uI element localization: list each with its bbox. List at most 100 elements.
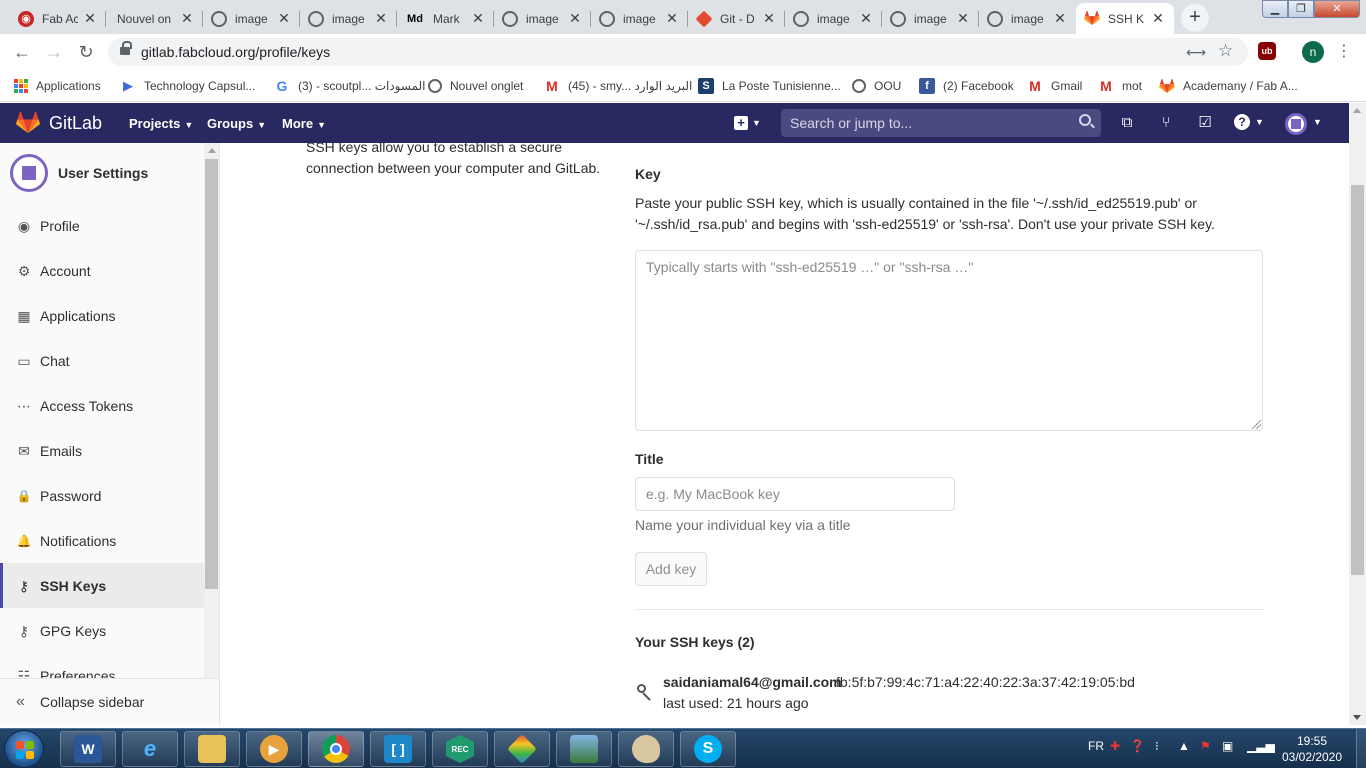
- taskbar-explorer[interactable]: [184, 731, 240, 767]
- browser-tab[interactable]: Nouvel on ✕: [106, 3, 203, 34]
- start-button[interactable]: [4, 730, 44, 768]
- search-input[interactable]: [781, 109, 1071, 137]
- close-icon[interactable]: ✕: [373, 10, 389, 27]
- taskbar-app[interactable]: REC: [432, 731, 488, 767]
- browser-tab-active[interactable]: SSH K ✕: [1076, 3, 1174, 34]
- scroll-down-icon[interactable]: [1353, 715, 1361, 720]
- close-window-button[interactable]: ✕: [1314, 0, 1360, 18]
- address-bar[interactable]: gitlab.fabcloud.org/profile/keys ⟷ ☆: [108, 38, 1248, 66]
- browser-tab[interactable]: image ✕: [494, 3, 591, 34]
- sidebar-item-access-tokens[interactable]: ⋯ Access Tokens: [0, 383, 204, 428]
- bookmark-item[interactable]: ▶ Technology Capsul...: [120, 77, 255, 95]
- nav-more[interactable]: More ▼: [282, 116, 326, 131]
- browser-tab[interactable]: Git - D ✕: [688, 3, 785, 34]
- signal-tray-icon[interactable]: ▁▃▅: [1247, 739, 1275, 753]
- sidebar-item-gpg-keys[interactable]: ⚷ GPG Keys: [0, 608, 204, 653]
- clock[interactable]: 19:55 03/02/2020: [1280, 733, 1344, 765]
- bookmark-item[interactable]: f (2) Facebook: [919, 77, 1014, 95]
- key-title-link[interactable]: saidaniamal64@gmail.com: [663, 674, 842, 690]
- taskbar-app[interactable]: [494, 731, 550, 767]
- nav-groups[interactable]: Groups ▼: [207, 116, 266, 131]
- back-button[interactable]: ←: [10, 40, 34, 64]
- minimize-button[interactable]: ▁: [1262, 0, 1288, 18]
- sidebar-item-applications[interactable]: ▦ Applications: [0, 293, 204, 338]
- new-tab-button[interactable]: +: [1181, 4, 1209, 32]
- resize-handle-icon[interactable]: [1252, 420, 1261, 429]
- tray-arrow-icon[interactable]: ⁝: [1155, 739, 1159, 753]
- browser-tab[interactable]: Md Mark ✕: [397, 3, 494, 34]
- close-icon[interactable]: ✕: [955, 10, 971, 27]
- language-indicator[interactable]: FR: [1088, 739, 1104, 753]
- bookmark-item[interactable]: Academany / Fab A...: [1159, 77, 1298, 95]
- scrollbar-thumb[interactable]: [1351, 185, 1364, 575]
- sidebar-item-chat[interactable]: ▭ Chat: [0, 338, 204, 383]
- flag-tray-icon[interactable]: ⚑: [1200, 739, 1211, 753]
- sidebar-item-notifications[interactable]: 🔔 Notifications: [0, 518, 204, 563]
- profile-avatar[interactable]: n: [1302, 41, 1324, 63]
- close-icon[interactable]: ✕: [858, 10, 874, 27]
- page-scrollbar[interactable]: [1349, 103, 1366, 725]
- add-key-button[interactable]: Add key: [635, 552, 707, 586]
- browser-tab[interactable]: image ✕: [882, 3, 979, 34]
- network-tray-icon[interactable]: ▣: [1222, 739, 1233, 753]
- close-icon[interactable]: ✕: [470, 10, 486, 27]
- pdf-tray-icon[interactable]: ✚: [1110, 739, 1120, 753]
- help-tray-icon[interactable]: ❓: [1130, 739, 1145, 753]
- scrollbar-thumb[interactable]: [205, 159, 218, 589]
- collapse-sidebar-button[interactable]: « Collapse sidebar: [0, 678, 219, 725]
- close-icon[interactable]: ✕: [567, 10, 583, 27]
- sidebar-item-password[interactable]: 🔒 Password: [0, 473, 204, 518]
- close-icon[interactable]: ✕: [1150, 10, 1166, 27]
- taskbar-chrome[interactable]: [308, 731, 364, 767]
- bookmark-item[interactable]: M (45) - smy... البريد الوارد: [544, 77, 692, 95]
- close-icon[interactable]: ✕: [761, 10, 777, 27]
- merge-request-icon[interactable]: ⑂: [1157, 114, 1175, 132]
- sidebar-item-ssh-keys[interactable]: ⚷ SSH Keys: [0, 563, 204, 608]
- taskbar-app[interactable]: [ ]: [370, 731, 426, 767]
- browser-tab[interactable]: image ✕: [203, 3, 300, 34]
- checklist-icon[interactable]: ☑: [1196, 114, 1214, 132]
- translate-icon[interactable]: ⟷: [1186, 44, 1206, 61]
- new-item-button[interactable]: + ▼: [731, 112, 765, 134]
- ublock-icon[interactable]: ub: [1258, 42, 1276, 60]
- bookmark-item[interactable]: OOU: [852, 77, 901, 95]
- taskbar-skype[interactable]: S: [680, 731, 736, 767]
- nav-projects[interactable]: Projects ▼: [129, 116, 193, 131]
- sidebar-item-account[interactable]: ⚙ Account: [0, 248, 204, 293]
- gitlab-brand[interactable]: GitLab: [49, 113, 102, 134]
- close-icon[interactable]: ✕: [664, 10, 680, 27]
- browser-tab[interactable]: ◉ Fab Ac ✕: [10, 3, 106, 34]
- close-icon[interactable]: ✕: [276, 10, 292, 27]
- scroll-up-icon[interactable]: [1353, 108, 1361, 113]
- bookmark-item[interactable]: M Gmail: [1027, 77, 1082, 95]
- menu-dots-icon[interactable]: ⋮: [1336, 41, 1352, 63]
- browser-tab[interactable]: image ✕: [300, 3, 397, 34]
- bookmark-item[interactable]: S La Poste Tunisienne...: [698, 77, 841, 95]
- close-icon[interactable]: ✕: [1052, 10, 1068, 27]
- help-icon[interactable]: ?: [1234, 114, 1250, 130]
- gitlab-logo-icon[interactable]: [16, 111, 40, 134]
- forward-button[interactable]: →: [42, 40, 66, 64]
- close-icon[interactable]: ✕: [82, 10, 98, 27]
- browser-tab[interactable]: image ✕: [979, 3, 1076, 34]
- taskbar-paint[interactable]: [618, 731, 674, 767]
- user-avatar[interactable]: [1285, 113, 1307, 135]
- ssh-key-row[interactable]: saidaniamal64@gmail.com fb:5f:b7:99:4c:7…: [635, 672, 1263, 722]
- taskbar-ie[interactable]: e: [122, 731, 178, 767]
- reload-button[interactable]: ↻: [74, 40, 98, 64]
- key-textarea[interactable]: [635, 250, 1263, 431]
- browser-tab[interactable]: image ✕: [785, 3, 882, 34]
- bookmark-item[interactable]: Applications: [14, 77, 101, 95]
- sidebar-context[interactable]: User Settings: [10, 154, 148, 192]
- scroll-up-icon[interactable]: [208, 148, 216, 153]
- close-icon[interactable]: ✕: [179, 10, 195, 27]
- bookmark-item[interactable]: G (3) - scoutpl... المسودات: [274, 77, 426, 95]
- title-input[interactable]: [635, 477, 955, 511]
- sidebar-scrollbar[interactable]: [204, 143, 219, 725]
- todo-panel-icon[interactable]: ⧉: [1118, 114, 1136, 132]
- taskbar-app[interactable]: [556, 731, 612, 767]
- browser-tab[interactable]: image ✕: [591, 3, 688, 34]
- sidebar-item-emails[interactable]: ✉ Emails: [0, 428, 204, 473]
- show-hidden-icons[interactable]: ▲: [1178, 739, 1190, 753]
- bookmark-star-icon[interactable]: ☆: [1218, 41, 1233, 61]
